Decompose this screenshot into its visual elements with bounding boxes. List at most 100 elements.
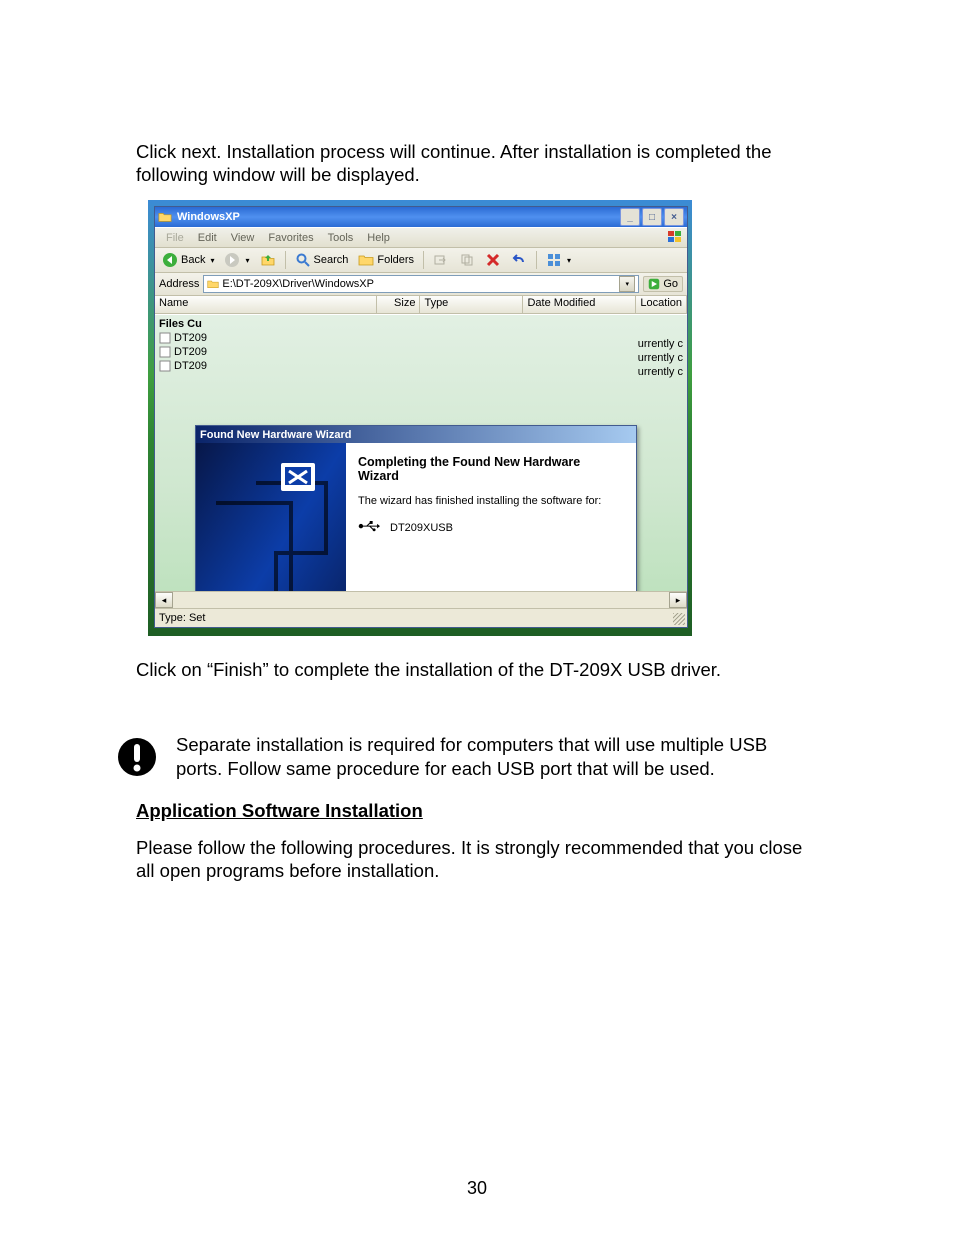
after-screenshot-text: Click on “Finish” to complete the instal… xyxy=(136,658,818,681)
wizard-device-name: DT209XUSB xyxy=(390,522,453,534)
views-icon xyxy=(546,252,562,268)
files-group-heading: Files Cu xyxy=(157,317,209,331)
wizard-main: Completing the Found New Hardware Wizard… xyxy=(346,443,636,608)
file-name: DT209 xyxy=(174,346,207,358)
back-button[interactable]: Back ▾ xyxy=(159,250,217,270)
folders-label: Folders xyxy=(377,254,414,266)
folder-up-icon xyxy=(260,252,276,268)
copyto-button[interactable] xyxy=(456,250,478,270)
cell-text: urrently c xyxy=(636,337,685,351)
folders-button[interactable]: Folders xyxy=(355,250,417,270)
right-column-fragment: urrently c urrently c urrently c xyxy=(636,337,685,379)
col-size[interactable]: Size xyxy=(377,296,421,313)
moveto-button[interactable] xyxy=(430,250,452,270)
close-button[interactable]: × xyxy=(664,208,684,226)
moveto-icon xyxy=(433,252,449,268)
address-input[interactable]: E:\DT-209X\Driver\WindowsXP ▾ xyxy=(203,275,639,293)
wizard-device-row: DT209XUSB xyxy=(358,521,624,534)
windows-logo-icon xyxy=(667,230,683,244)
window-title: WindowsXP xyxy=(177,211,620,223)
folder-icon xyxy=(207,278,219,290)
statusbar: Type: Set xyxy=(155,608,687,627)
separator xyxy=(536,251,537,269)
go-button[interactable]: Go xyxy=(643,276,683,292)
file-list-area: Files Cu DT209 DT209 DT209 urrently c ur… xyxy=(155,314,687,608)
toolbar: Back ▾ ▾ xyxy=(155,248,687,273)
file-icon xyxy=(159,360,171,372)
menu-view[interactable]: View xyxy=(224,230,262,246)
list-item[interactable]: DT209 xyxy=(157,345,209,359)
delete-x-icon xyxy=(485,252,501,268)
delete-button[interactable] xyxy=(482,250,504,270)
menu-file[interactable]: File xyxy=(159,230,191,246)
scroll-right-button[interactable]: ▸ xyxy=(669,592,687,608)
window-titlebar: WindowsXP _ □ × xyxy=(155,207,687,227)
address-value: E:\DT-209X\Driver\WindowsXP xyxy=(222,278,374,290)
back-icon xyxy=(162,252,178,268)
caret-icon: ▾ xyxy=(210,256,214,265)
maximize-button[interactable]: □ xyxy=(642,208,662,226)
search-label: Search xyxy=(314,254,349,266)
search-icon xyxy=(295,252,311,268)
search-button[interactable]: Search xyxy=(292,250,352,270)
views-button[interactable]: ▾ xyxy=(543,250,574,270)
wizard-titlebar: Found New Hardware Wizard xyxy=(196,426,636,443)
up-button[interactable] xyxy=(257,250,279,270)
menubar: File Edit View Favorites Tools Help xyxy=(155,227,687,248)
horizontal-scrollbar[interactable]: ◂ ▸ xyxy=(155,591,687,608)
list-item[interactable]: DT209 xyxy=(157,359,209,373)
file-icon xyxy=(159,332,171,344)
screenshot: WindowsXP _ □ × File Edit View Favorites… xyxy=(148,200,692,636)
minimize-button[interactable]: _ xyxy=(620,208,640,226)
section-heading: Application Software Installation xyxy=(136,800,818,822)
wizard-line: The wizard has finished installing the s… xyxy=(358,495,624,507)
menu-help[interactable]: Help xyxy=(360,230,397,246)
folders-icon xyxy=(358,252,374,268)
forward-button[interactable]: ▾ xyxy=(221,250,252,270)
explorer-window: WindowsXP _ □ × File Edit View Favorites… xyxy=(154,206,688,628)
menu-favorites[interactable]: Favorites xyxy=(261,230,320,246)
desktop-background: WindowsXP _ □ × File Edit View Favorites… xyxy=(148,200,692,636)
go-label: Go xyxy=(663,278,678,290)
forward-icon xyxy=(224,252,240,268)
file-name: DT209 xyxy=(174,360,207,372)
exclamation-icon xyxy=(116,736,158,778)
list-item[interactable]: DT209 xyxy=(157,331,209,345)
wizard-body: Completing the Found New Hardware Wizard… xyxy=(196,443,636,608)
back-label: Back xyxy=(181,254,205,266)
cell-text: urrently c xyxy=(636,351,685,365)
scroll-left-button[interactable]: ◂ xyxy=(155,592,173,608)
go-icon xyxy=(648,278,660,290)
undo-icon xyxy=(511,252,527,268)
list-header: Name Size Type Date Modified Location xyxy=(155,296,687,314)
file-list: Files Cu DT209 DT209 DT209 xyxy=(157,317,209,373)
dropdown-icon[interactable]: ▾ xyxy=(619,276,635,292)
status-text: Type: Set xyxy=(159,612,205,624)
page-number: 30 xyxy=(0,1178,954,1199)
file-icon xyxy=(159,346,171,358)
caret-icon: ▾ xyxy=(567,256,571,265)
wizard-heading: Completing the Found New Hardware Wizard xyxy=(358,455,624,483)
intro-text: Click next. Installation process will co… xyxy=(136,140,818,186)
copyto-icon xyxy=(459,252,475,268)
hardware-wizard-dialog: Found New Hardware Wizard xyxy=(195,425,637,608)
menu-tools[interactable]: Tools xyxy=(321,230,361,246)
file-name: DT209 xyxy=(174,332,207,344)
address-bar: Address E:\DT-209X\Driver\WindowsXP ▾ xyxy=(155,273,687,296)
cell-text: urrently c xyxy=(636,365,685,379)
col-type[interactable]: Type xyxy=(420,296,523,313)
folder-icon xyxy=(158,210,172,224)
usb-icon xyxy=(358,521,380,534)
undo-button[interactable] xyxy=(508,250,530,270)
col-location[interactable]: Location xyxy=(636,296,687,313)
note-row: Separate installation is required for co… xyxy=(136,733,818,779)
note-text: Separate installation is required for co… xyxy=(176,733,818,779)
col-name[interactable]: Name xyxy=(155,296,377,313)
wizard-side-graphic xyxy=(196,443,346,608)
menu-edit[interactable]: Edit xyxy=(191,230,224,246)
address-label: Address xyxy=(159,278,199,290)
col-date[interactable]: Date Modified xyxy=(523,296,636,313)
caret-icon: ▾ xyxy=(245,256,249,265)
separator xyxy=(285,251,286,269)
resize-grip-icon[interactable] xyxy=(673,613,685,625)
